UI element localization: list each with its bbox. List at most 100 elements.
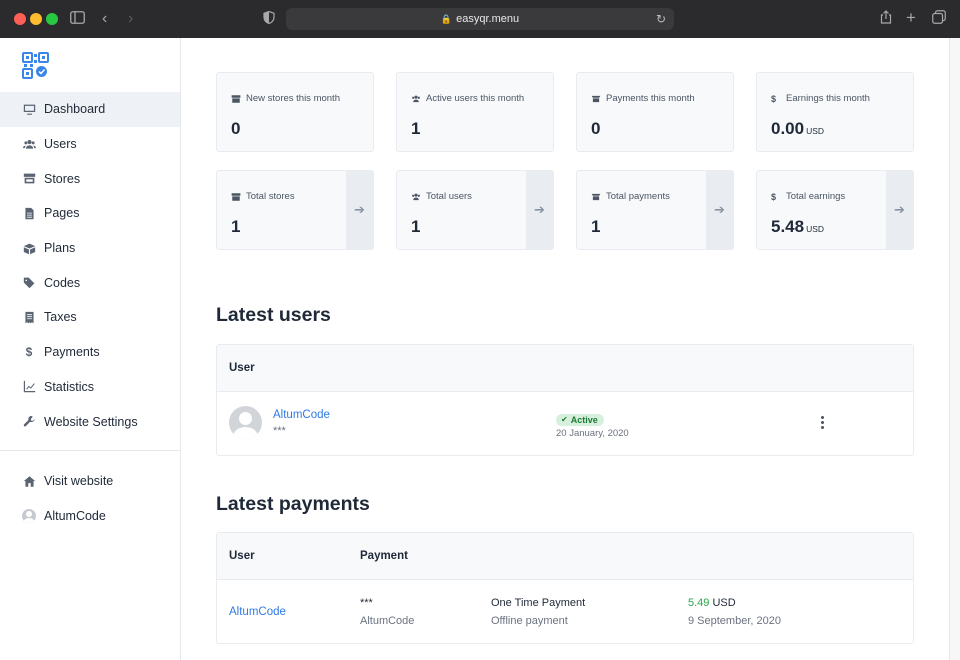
table-header: User Payment — [217, 533, 913, 580]
tab-overview-icon[interactable] — [932, 10, 946, 28]
sidebar-item-website-settings[interactable]: Website Settings — [0, 404, 180, 439]
sidebar-item-visit-website[interactable]: Visit website — [0, 464, 180, 499]
stat-value: 1 — [231, 217, 241, 236]
home-icon — [22, 474, 36, 488]
sidebar-item-label: Website Settings — [44, 414, 138, 429]
dollar-icon: $ — [771, 93, 777, 104]
back-icon[interactable]: ‹ — [102, 10, 107, 28]
stat-value: 1 — [411, 217, 421, 236]
sidebar-item-label: Stores — [44, 171, 81, 186]
scrollbar[interactable] — [949, 38, 960, 660]
stat-value: 0 — [231, 119, 241, 138]
check-icon: ✔ — [561, 415, 568, 424]
new-tab-icon[interactable]: + — [906, 9, 916, 26]
stat-card-total-payments: Total payments 1 ➔ — [576, 170, 734, 250]
wrench-icon — [22, 415, 36, 429]
sidebar-item-label: Codes — [44, 275, 81, 290]
avatar-icon — [22, 509, 36, 524]
sidebar-divider — [0, 450, 180, 451]
stat-label: Total users — [426, 191, 472, 202]
store-icon — [22, 172, 36, 186]
stat-card-total-stores: Total stores 1 ➔ — [216, 170, 374, 250]
payer-name: AltumCode — [360, 615, 415, 627]
sidebar-item-plans[interactable]: Plans — [0, 231, 180, 266]
arrow-right-icon[interactable]: ➔ — [346, 171, 373, 249]
users-icon — [22, 137, 36, 151]
stat-value: 5.48 — [771, 217, 805, 236]
latest-payments-table: User Payment AltumCode *** AltumCode One… — [216, 532, 914, 644]
user-name-link[interactable]: AltumCode — [273, 409, 330, 421]
table-row: AltumCode *** AltumCode One Time Payment… — [217, 580, 913, 644]
qr-logo-icon[interactable] — [22, 52, 49, 79]
dollar-icon: $ — [25, 345, 33, 360]
table-row: AltumCode *** ✔ Active 20 January, 2020 — [217, 392, 913, 456]
stat-value: 1 — [411, 119, 421, 138]
minimize-window-button[interactable] — [30, 13, 42, 25]
payment-amount: 5.49 — [688, 597, 710, 609]
arrow-right-icon[interactable]: ➔ — [886, 171, 913, 249]
avatar — [229, 406, 262, 439]
lock-icon: 🔒 — [440, 14, 453, 24]
user-email: *** — [273, 425, 286, 437]
latest-users-table: User AltumCode *** ✔ Active 20 January, 2… — [216, 344, 914, 456]
payment-method: Offline payment — [491, 615, 568, 627]
sidebar-item-label: Statistics — [44, 379, 95, 394]
payment-icon — [591, 94, 601, 104]
sidebar-item-account[interactable]: AltumCode — [0, 499, 180, 534]
sidebar-item-pages[interactable]: Pages — [0, 196, 180, 231]
more-options-icon[interactable] — [819, 416, 825, 430]
users-icon — [411, 192, 421, 202]
sidebar-item-taxes[interactable]: Taxes — [0, 300, 180, 335]
sidebar-toggle-icon[interactable] — [70, 10, 85, 28]
stat-card-total-earnings: $ Total earnings 5.48 USD ➔ — [756, 170, 914, 250]
box-icon — [22, 241, 36, 255]
column-header-user: User — [229, 362, 255, 374]
column-header-user: User — [229, 550, 255, 562]
browser-toolbar: ‹ › 🔒 easyqr.menu ↻ + — [0, 0, 960, 38]
table-header: User — [217, 345, 913, 392]
sidebar-item-codes[interactable]: Codes — [0, 265, 180, 300]
arrow-right-icon[interactable]: ➔ — [706, 171, 733, 249]
address-bar[interactable]: 🔒 easyqr.menu ↻ — [286, 8, 674, 30]
sidebar-item-statistics[interactable]: Statistics — [0, 370, 180, 405]
sidebar-nav: Dashboard Users Stores Pages Plans Codes… — [0, 92, 180, 439]
stat-card-earnings-month: $ Earnings this month 0.00 USD — [756, 72, 914, 152]
user-date: 20 January, 2020 — [556, 428, 629, 439]
store-icon — [231, 192, 241, 202]
payment-icon — [591, 192, 601, 202]
arrow-right-icon[interactable]: ➔ — [526, 171, 553, 249]
close-window-button[interactable] — [14, 13, 26, 25]
share-icon[interactable] — [880, 10, 892, 28]
file-icon — [22, 206, 36, 220]
address-url: easyqr.menu — [456, 13, 520, 25]
zoom-window-button[interactable] — [46, 13, 58, 25]
latest-payments-title: Latest payments — [216, 493, 370, 515]
stat-label: Earnings this month — [786, 93, 870, 104]
payment-user-link[interactable]: AltumCode — [229, 606, 286, 618]
stat-unit: USD — [806, 126, 825, 136]
forward-icon[interactable]: › — [128, 10, 133, 28]
stat-value: 0.00 — [771, 119, 805, 138]
sidebar-item-payments[interactable]: $ Payments — [0, 335, 180, 370]
store-icon — [231, 94, 241, 104]
users-icon — [411, 94, 421, 104]
sidebar-item-label: Dashboard — [44, 102, 106, 117]
sidebar-item-label: Visit website — [44, 474, 114, 489]
sidebar-item-label: Payments — [44, 345, 100, 360]
payment-date: 9 September, 2020 — [688, 615, 781, 627]
stat-label: Total payments — [606, 191, 670, 202]
payment-type: One Time Payment — [491, 597, 586, 609]
sidebar-item-dashboard[interactable]: Dashboard — [0, 92, 180, 127]
reload-icon[interactable]: ↻ — [656, 8, 666, 30]
monitor-icon — [22, 102, 36, 116]
stat-label: Payments this month — [606, 93, 695, 104]
privacy-shield-icon[interactable] — [263, 10, 275, 28]
sidebar-item-users[interactable]: Users — [0, 127, 180, 162]
sidebar-item-stores[interactable]: Stores — [0, 161, 180, 196]
receipt-icon — [22, 310, 36, 324]
tags-icon — [22, 276, 36, 290]
latest-users-title: Latest users — [216, 304, 331, 326]
stat-label: Total stores — [246, 191, 295, 202]
stat-value: 1 — [591, 217, 601, 236]
sidebar: Dashboard Users Stores Pages Plans Codes… — [0, 38, 181, 660]
